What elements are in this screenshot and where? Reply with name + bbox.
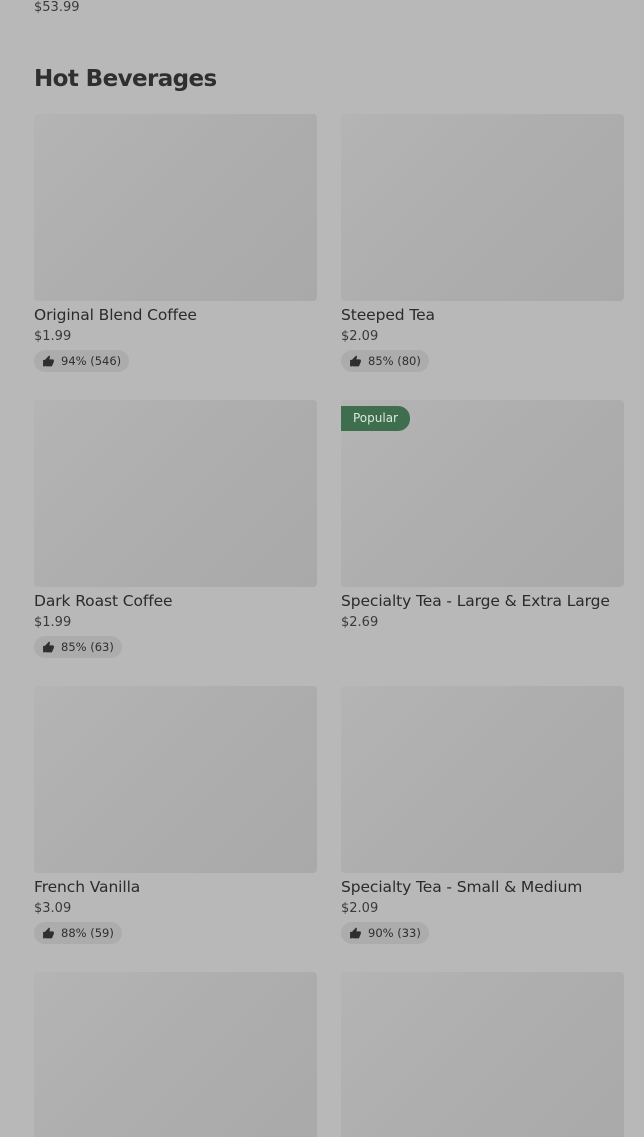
rating-badge: 94% (546) [34, 350, 130, 372]
item-image[interactable] [341, 686, 624, 873]
item-name: Specialty Tea - Large & Extra Large [341, 592, 610, 610]
thumbs-up-icon [43, 355, 54, 366]
item-price: $2.69 [341, 615, 379, 630]
section-title: Hot Beverages [34, 66, 217, 92]
item-name: Steeped Tea [341, 306, 435, 324]
menu-item-card[interactable]: Specialty Tea - Small & Medium $2.09 90%… [341, 686, 624, 944]
item-image[interactable] [341, 114, 624, 301]
rating-text: 94% (546) [61, 354, 122, 368]
item-price: $1.99 [34, 329, 72, 344]
item-price: $2.09 [341, 329, 379, 344]
item-image[interactable] [341, 972, 624, 1137]
thumbs-up-icon [43, 927, 54, 938]
item-price: $2.09 [341, 901, 379, 916]
rating-badge: 85% (80) [341, 350, 429, 372]
rating-badge: 88% (59) [34, 922, 122, 944]
rating-text: 90% (33) [368, 926, 421, 940]
item-name: French Vanilla [34, 878, 141, 896]
popular-badge: Popular [341, 406, 410, 431]
menu-item-card[interactable]: Original Blend Coffee $1.99 94% (546) [34, 114, 317, 372]
item-price: $1.99 [34, 615, 72, 630]
item-price: $3.09 [34, 901, 72, 916]
thumbs-up-icon [43, 641, 54, 652]
thumbs-up-icon [350, 927, 361, 938]
item-image[interactable] [34, 400, 317, 587]
menu-item-card[interactable]: Popular Specialty Tea - Large & Extra La… [341, 400, 624, 630]
previous-item-price: $53.99 [34, 0, 80, 15]
rating-text: 85% (80) [368, 354, 421, 368]
item-name: Dark Roast Coffee [34, 592, 173, 610]
rating-text: 85% (63) [61, 640, 114, 654]
rating-badge: 85% (63) [34, 636, 122, 658]
menu-item-card[interactable]: Dark Roast Coffee $1.99 85% (63) [34, 400, 317, 658]
item-image[interactable]: Popular [341, 400, 624, 587]
menu-item-card[interactable] [34, 972, 317, 1137]
menu-item-card[interactable]: Steeped Tea $2.09 85% (80) [341, 114, 624, 372]
thumbs-up-icon [350, 355, 361, 366]
rating-badge: 90% (33) [341, 922, 429, 944]
item-name: Original Blend Coffee [34, 306, 197, 324]
item-image[interactable] [34, 972, 317, 1137]
menu-item-card[interactable]: French Vanilla $3.09 88% (59) [34, 686, 317, 944]
item-image[interactable] [34, 114, 317, 301]
rating-text: 88% (59) [61, 926, 114, 940]
menu-item-card[interactable] [341, 972, 624, 1137]
item-image[interactable] [34, 686, 317, 873]
item-name: Specialty Tea - Small & Medium [341, 878, 583, 896]
menu-page: $53.99 Hot Beverages Original Blend Coff… [0, 0, 644, 1137]
